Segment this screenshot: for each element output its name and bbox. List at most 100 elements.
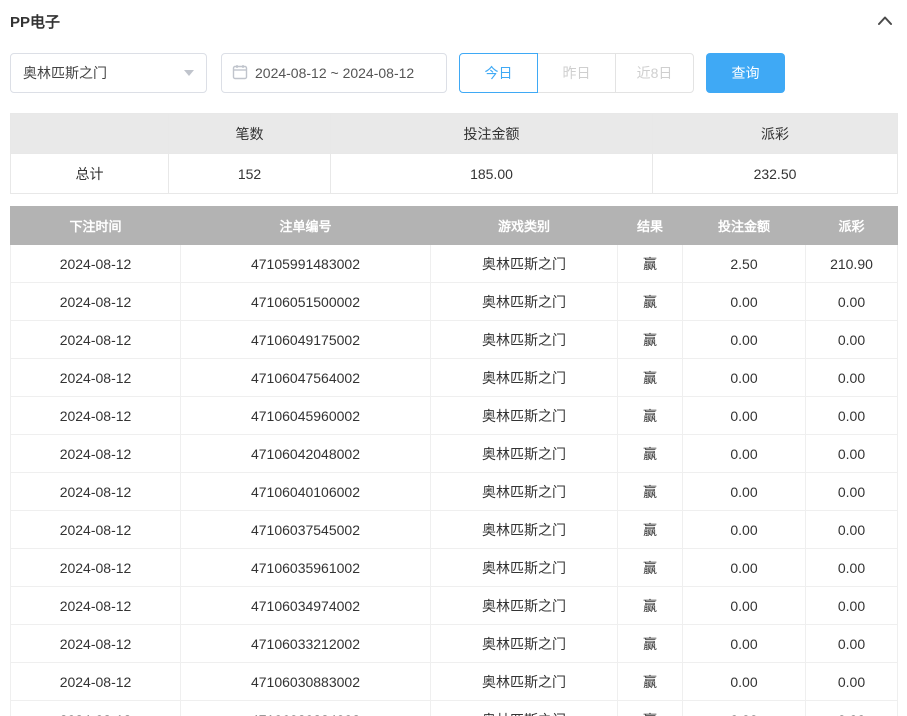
- date-range-input[interactable]: 2024-08-12 ~ 2024-08-12: [221, 53, 447, 93]
- table-cell-col-result: 赢: [617, 662, 683, 701]
- table-cell-col-result: 赢: [617, 624, 683, 663]
- table-cell-col-bet-id: 47106029224002: [180, 700, 431, 716]
- table-row: 2024-08-1247106029224002奥林匹斯之门赢0.000.00: [10, 700, 898, 716]
- bet-table-header-row: 下注时间 注单编号 游戏类别 结果 投注金额 派彩: [10, 206, 898, 245]
- bet-table-header-col-bet-time: 下注时间: [10, 206, 181, 245]
- table-row: 2024-08-12 47106033212002 奥林匹斯之门赢 0.00 0.00: [10, 624, 898, 663]
- table-cell-col-bet-amount: 0.00: [682, 320, 806, 359]
- yesterday-button[interactable]: 昨日: [537, 53, 616, 93]
- table-cell-col-game-type: 奥林匹斯之门: [430, 358, 618, 397]
- table-row: 2024-08-12 47106040106002 奥林匹斯之门赢 0.00 0.00: [10, 472, 898, 511]
- table-cell-col-bet-time: 2024-08-12: [10, 700, 181, 716]
- table-cell-col-bet-id: 47105991483002: [180, 244, 431, 283]
- table-cell-col-result: 赢: [617, 510, 683, 549]
- table-row: 2024-08-12 47106035961002 奥林匹斯之门赢 0.00 0.00: [10, 548, 898, 587]
- table-cell-col-bet-id: 47106033212002: [180, 624, 431, 663]
- bet-table-header-col-bet-id: 注单编号: [180, 206, 431, 245]
- bet-table-header-col-result: 结果: [617, 206, 683, 245]
- bet-table-body: 2024-08-12 47105991483002 奥林匹斯之门赢 2.50 210.9…: [10, 244, 898, 716]
- table-cell-col-bet-amount: 0.00: [682, 624, 806, 663]
- table-cell-col-bet-time: 2024-08-12: [10, 624, 181, 663]
- table-row: 2024-08-12 47106047564002 奥林匹斯之门赢 0.00 0.00: [10, 358, 898, 397]
- table-cell-col-payout: 0.00: [805, 700, 898, 716]
- bet-table-header-col-payout: 派彩: [805, 206, 898, 245]
- table-cell-col-payout: 0.00: [805, 282, 898, 321]
- collapse-button[interactable]: [873, 10, 897, 33]
- table-cell-col-payout: 0.00: [805, 510, 898, 549]
- table-cell-col-bet-id: 47106040106002: [180, 472, 431, 511]
- table-row: 2024-08-12 47106045960002 奥林匹斯之门赢 0.00 0.00: [10, 396, 898, 435]
- table-cell-col-bet-id: 47106042048002: [180, 434, 431, 473]
- summary-header-empty: [10, 113, 169, 154]
- quick-date-button-group: 今日 昨日 近8日: [459, 53, 694, 93]
- table-cell-col-game-type: 奥林匹斯之门: [430, 472, 618, 511]
- chevron-up-icon: [877, 14, 893, 29]
- table-cell-col-bet-time: 2024-08-12: [10, 510, 181, 549]
- section-header: PP电子: [10, 6, 897, 39]
- table-cell-col-game-type: 奥林匹斯之门: [430, 434, 618, 473]
- page-title: PP电子: [10, 14, 61, 31]
- table-cell-col-bet-id: 47106030883002: [180, 662, 431, 701]
- table-cell-col-result: 赢: [617, 320, 683, 359]
- table-cell-col-bet-id: 47106045960002: [180, 396, 431, 435]
- table-row: 2024-08-12 47106051500002 奥林匹斯之门赢 0.00 0.00: [10, 282, 898, 321]
- table-cell-col-game-type: 奥林匹斯之门: [430, 548, 618, 587]
- table-cell-col-payout: 0.00: [805, 320, 898, 359]
- summary-header-row: 笔数 投注金额 派彩: [10, 113, 898, 154]
- table-cell-col-game-type: 奥林匹斯之门: [430, 282, 618, 321]
- table-cell-col-payout: 0.00: [805, 624, 898, 663]
- table-cell-col-bet-time: 2024-08-12: [10, 586, 181, 625]
- table-cell-col-game-type: 奥林匹斯之门: [430, 586, 618, 625]
- summary-total-count: 152: [168, 153, 331, 194]
- table-cell-col-game-type: 奥林匹斯之门: [430, 624, 618, 663]
- table-cell-col-game-type: 奥林匹斯之门: [430, 244, 618, 283]
- table-cell-col-bet-id: 47106037545002: [180, 510, 431, 549]
- pp-electronic-panel: PP电子 奥林匹斯之门 2024-08-12 ~ 2024-08-12 今日 昨…: [0, 0, 907, 716]
- table-row: 2024-08-12 47106049175002 奥林匹斯之门赢 0.00 0.00: [10, 320, 898, 359]
- table-cell-col-bet-amount: 0.00: [682, 358, 806, 397]
- bet-table: 下注时间 注单编号 游戏类别 结果 投注金额 派彩 2024-08-12 471059914…: [10, 206, 898, 716]
- table-cell-col-game-type: 奥林匹斯之门: [430, 700, 618, 716]
- last-8-days-button[interactable]: 近8日: [615, 53, 694, 93]
- table-row: 2024-08-12 47106037545002 奥林匹斯之门赢 0.00 0.00: [10, 510, 898, 549]
- table-cell-col-bet-amount: 0.00: [682, 662, 806, 701]
- filter-row: 奥林匹斯之门 2024-08-12 ~ 2024-08-12 今日 昨日 近8日…: [10, 53, 897, 93]
- table-cell-col-result: 赢: [617, 586, 683, 625]
- summary-header-payout: 派彩: [652, 113, 898, 154]
- summary-total-bet-amount: 185.00: [330, 153, 653, 194]
- table-cell-col-bet-amount: 0.00: [682, 282, 806, 321]
- table-cell-col-bet-amount: 0.00: [682, 586, 806, 625]
- table-cell-col-result: 赢: [617, 282, 683, 321]
- table-cell-col-result: 赢: [617, 244, 683, 283]
- table-row: 2024-08-12 47106034974002 奥林匹斯之门赢 0.00 0.00: [10, 586, 898, 625]
- table-cell-col-game-type: 奥林匹斯之门: [430, 662, 618, 701]
- table-row: 2024-08-12 47106042048002 奥林匹斯之门赢 0.00 0.00: [10, 434, 898, 473]
- search-button[interactable]: 查询: [706, 53, 785, 93]
- table-cell-col-payout: 0.00: [805, 662, 898, 701]
- summary-total-payout: 232.50: [652, 153, 898, 194]
- bet-table-header-col-bet-amount: 投注金额: [682, 206, 806, 245]
- date-range-value: 2024-08-12 ~ 2024-08-12: [255, 65, 415, 81]
- table-cell-col-result: 赢: [617, 548, 683, 587]
- table-cell-col-bet-time: 2024-08-12: [10, 434, 181, 473]
- game-select-value: 奥林匹斯之门: [23, 65, 107, 81]
- bet-table-header-col-game-type: 游戏类别: [430, 206, 618, 245]
- table-cell-col-bet-time: 2024-08-12: [10, 320, 181, 359]
- table-cell-col-game-type: 奥林匹斯之门: [430, 510, 618, 549]
- table-cell-col-result: 赢: [617, 700, 683, 716]
- table-cell-col-bet-id: 47106047564002: [180, 358, 431, 397]
- summary-table: 笔数 投注金额 派彩 总计 152 185.00 232.50: [10, 113, 898, 194]
- calendar-icon: [232, 64, 255, 83]
- game-select[interactable]: 奥林匹斯之门: [10, 53, 207, 93]
- today-button[interactable]: 今日: [459, 53, 538, 93]
- table-cell-col-payout: 0.00: [805, 358, 898, 397]
- table-cell-col-payout: 0.00: [805, 472, 898, 511]
- table-cell-col-bet-id: 47106049175002: [180, 320, 431, 359]
- table-cell-col-result: 赢: [617, 472, 683, 511]
- summary-total-label: 总计: [10, 153, 169, 194]
- table-cell-col-result: 赢: [617, 434, 683, 473]
- table-cell-col-payout: 210.90: [805, 244, 898, 283]
- table-cell-col-bet-time: 2024-08-12: [10, 244, 181, 283]
- table-cell-col-bet-time: 2024-08-12: [10, 396, 181, 435]
- caret-down-icon: [184, 70, 194, 76]
